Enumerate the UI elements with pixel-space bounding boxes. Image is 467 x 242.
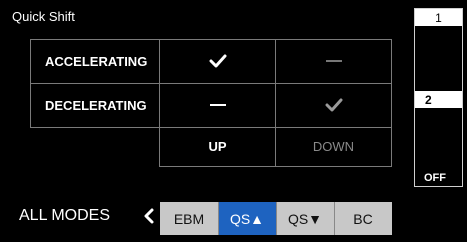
divider: [391, 39, 392, 167]
level-2[interactable]: 2: [415, 91, 462, 108]
level-off[interactable]: OFF: [415, 169, 462, 186]
chevron-left-icon[interactable]: [142, 207, 156, 225]
all-modes-label: ALL MODES: [19, 207, 110, 224]
divider: [334, 202, 335, 235]
level-1[interactable]: 1: [415, 9, 462, 26]
column-up-label: UP: [208, 139, 227, 154]
level-column: 1 2 OFF: [414, 8, 463, 187]
tab-qs-up[interactable]: QS▲: [218, 202, 276, 235]
column-down-label: DOWN: [312, 139, 355, 154]
tab-bc[interactable]: BC: [334, 202, 392, 235]
row-label-decelerating: DECELERATING: [45, 97, 147, 113]
accelerating-down-dash-icon[interactable]: [276, 39, 391, 83]
accelerating-up-check-icon[interactable]: [160, 39, 275, 83]
tab-qs-down[interactable]: QS▼: [276, 202, 334, 235]
quick-shift-table: ACCELERATING DECELERATING UP DOWN: [30, 39, 392, 167]
divider: [218, 202, 219, 235]
tab-ebm[interactable]: EBM: [160, 202, 218, 235]
decelerating-up-dash-icon[interactable]: [160, 83, 275, 127]
row-label-accelerating: ACCELERATING: [45, 53, 148, 69]
page-title: Quick Shift: [12, 9, 75, 24]
decelerating-down-check-icon[interactable]: [276, 83, 391, 127]
divider: [276, 202, 277, 235]
